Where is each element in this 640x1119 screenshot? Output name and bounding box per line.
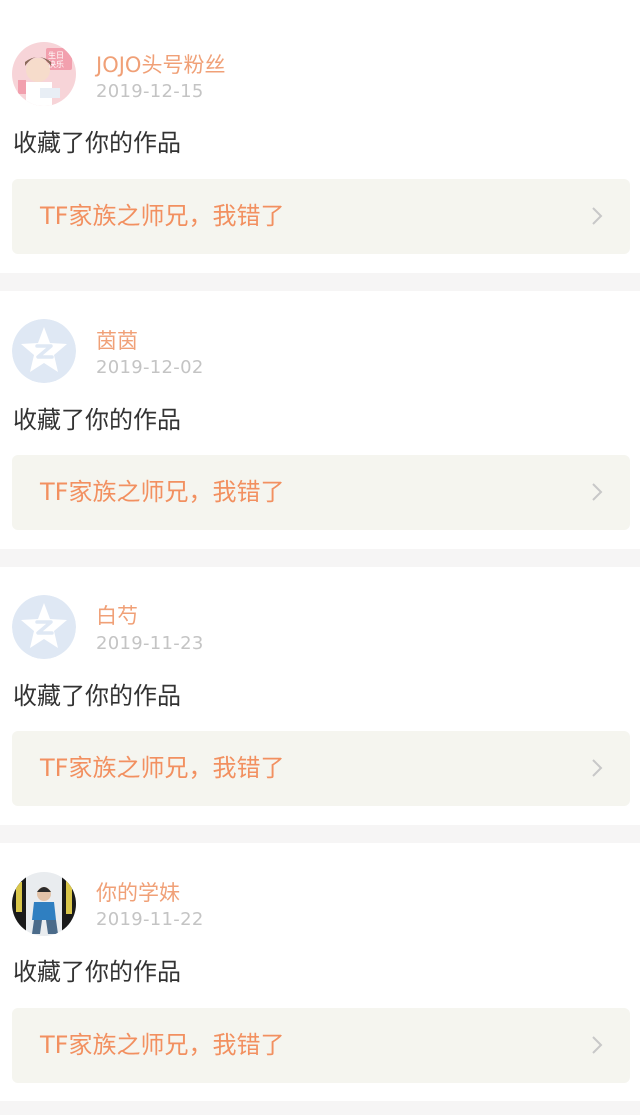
- work-link-card[interactable]: TF家族之师兄，我错了: [12, 179, 630, 254]
- work-link-card[interactable]: TF家族之师兄，我错了: [12, 455, 630, 530]
- user-avatar[interactable]: [12, 319, 76, 383]
- action-text: 收藏了你的作品: [13, 406, 181, 434]
- card-separator: [0, 1101, 640, 1115]
- svg-text:生日: 生日: [48, 50, 64, 60]
- notification-item: 生日 快乐 JOJO头号粉丝 2019-12-15 收藏了你的作品 TF家族之师…: [0, 0, 640, 276]
- chevron-right-icon: [592, 759, 603, 777]
- photo-avatar-icon: 生日 快乐: [12, 42, 76, 106]
- notification-item: 茵茵 2019-12-02 收藏了你的作品 TF家族之师兄，我错了: [0, 291, 640, 567]
- card-separator: [0, 825, 640, 843]
- user-avatar[interactable]: [12, 872, 76, 936]
- work-title: TF家族之师兄，我错了: [40, 754, 285, 782]
- action-text: 收藏了你的作品: [13, 129, 181, 157]
- work-link-card[interactable]: TF家族之师兄，我错了: [12, 731, 630, 806]
- photo-avatar-icon: [12, 872, 76, 936]
- timestamp: 2019-12-15: [96, 81, 204, 102]
- action-text: 收藏了你的作品: [13, 958, 181, 986]
- chevron-right-icon: [592, 207, 603, 225]
- username[interactable]: 白芍: [96, 603, 138, 629]
- username[interactable]: 你的学妹: [96, 880, 180, 906]
- default-star-avatar-icon: [12, 595, 76, 659]
- user-avatar[interactable]: [12, 595, 76, 659]
- timestamp: 2019-11-22: [96, 909, 204, 930]
- username[interactable]: 茵茵: [96, 328, 138, 354]
- user-avatar[interactable]: 生日 快乐: [12, 42, 76, 106]
- chevron-right-icon: [592, 1036, 603, 1054]
- work-title: TF家族之师兄，我错了: [40, 478, 285, 506]
- card-separator: [0, 273, 640, 291]
- work-title: TF家族之师兄，我错了: [40, 202, 285, 230]
- card-separator: [0, 549, 640, 567]
- notification-item: 你的学妹 2019-11-22 收藏了你的作品 TF家族之师兄，我错了: [0, 843, 640, 1119]
- chevron-right-icon: [592, 483, 603, 501]
- work-title: TF家族之师兄，我错了: [40, 1031, 285, 1059]
- username[interactable]: JOJO头号粉丝: [96, 52, 225, 78]
- work-link-card[interactable]: TF家族之师兄，我错了: [12, 1008, 630, 1083]
- action-text: 收藏了你的作品: [13, 682, 181, 710]
- timestamp: 2019-11-23: [96, 633, 204, 654]
- default-star-avatar-icon: [12, 319, 76, 383]
- notification-item: 白芍 2019-11-23 收藏了你的作品 TF家族之师兄，我错了: [0, 567, 640, 843]
- timestamp: 2019-12-02: [96, 357, 204, 378]
